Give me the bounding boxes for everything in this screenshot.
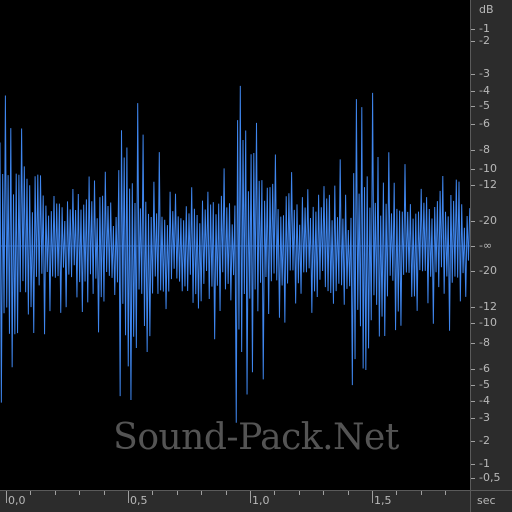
db-tick-label: -1 [479,457,490,470]
db-tick-label: -∞ [479,239,493,252]
waveform-editor: dB -1 -2 -3 -4 -5 -6 -8 -10 -12 -20 -∞ -20 -12 -10 -8 -… [0,0,512,512]
time-minor-tick [177,491,178,495]
time-minor-tick [30,491,31,495]
time-minor-tick [226,491,227,495]
db-tick [471,91,475,92]
db-unit-label: dB [479,3,494,16]
db-tick-label: -10 [479,316,497,329]
db-tick [471,124,475,125]
db-tick [471,418,475,419]
time-minor-tick [274,491,275,495]
waveform-plot[interactable] [0,0,470,490]
db-tick-label: -0,5 [479,471,501,484]
time-major-tick [6,491,7,503]
db-tick-label: -20 [479,264,497,277]
db-tick [471,29,475,30]
time-tick-label: 0,5 [130,494,148,507]
time-major-tick [250,491,251,503]
db-tick [471,385,475,386]
db-tick [471,169,475,170]
time-minor-tick [201,491,202,495]
db-tick [471,185,475,186]
time-ruler: 0,0 0,5 1,0 1,5 [0,490,470,512]
time-tick-label: 1,5 [374,494,392,507]
time-minor-tick [421,491,422,495]
db-tick-label: -4 [479,84,490,97]
time-minor-tick [104,491,105,495]
time-tick-label: 0,0 [8,494,26,507]
time-minor-tick [323,491,324,495]
db-tick-label: -3 [479,67,490,80]
waveform-display[interactable] [0,0,470,490]
db-tick [471,401,475,402]
db-tick-label: -5 [479,378,490,391]
db-tick [471,74,475,75]
db-tick-label: -12 [479,300,497,313]
time-minor-tick [445,491,446,495]
db-tick-label: -8 [479,143,490,156]
db-tick [471,271,475,272]
db-tick-label: -8 [479,336,490,349]
time-minor-tick [152,491,153,495]
db-tick-label: -6 [479,362,490,375]
time-minor-tick [299,491,300,495]
db-tick [471,441,475,442]
db-ruler: dB -1 -2 -3 -4 -5 -6 -8 -10 -12 -20 -∞ -20 -12 -10 -8 -… [470,0,512,490]
db-tick [471,150,475,151]
db-tick [471,478,475,479]
db-tick-label: -2 [479,34,490,47]
db-tick-label: -5 [479,99,490,112]
time-unit-label: sec [477,494,496,507]
db-tick [471,106,475,107]
time-major-tick [372,491,373,503]
time-unit-corner: sec [470,490,512,512]
db-tick-label: -12 [479,178,497,191]
db-tick [471,323,475,324]
db-tick-label: -6 [479,117,490,130]
time-minor-tick [396,491,397,495]
db-tick-label: -10 [479,162,497,175]
time-minor-tick [348,491,349,495]
db-tick [471,246,475,247]
db-tick-label: -20 [479,214,497,227]
db-tick [471,221,475,222]
waveform-trace [0,85,470,423]
db-tick-label: -3 [479,411,490,424]
time-major-tick [128,491,129,503]
time-minor-tick [79,491,80,495]
time-tick-label: 1,0 [252,494,270,507]
db-tick [471,464,475,465]
db-tick-label: -2 [479,434,490,447]
db-tick [471,41,475,42]
db-tick [471,307,475,308]
db-tick-label: -4 [479,394,490,407]
db-tick [471,369,475,370]
db-tick [471,343,475,344]
time-minor-tick [55,491,56,495]
